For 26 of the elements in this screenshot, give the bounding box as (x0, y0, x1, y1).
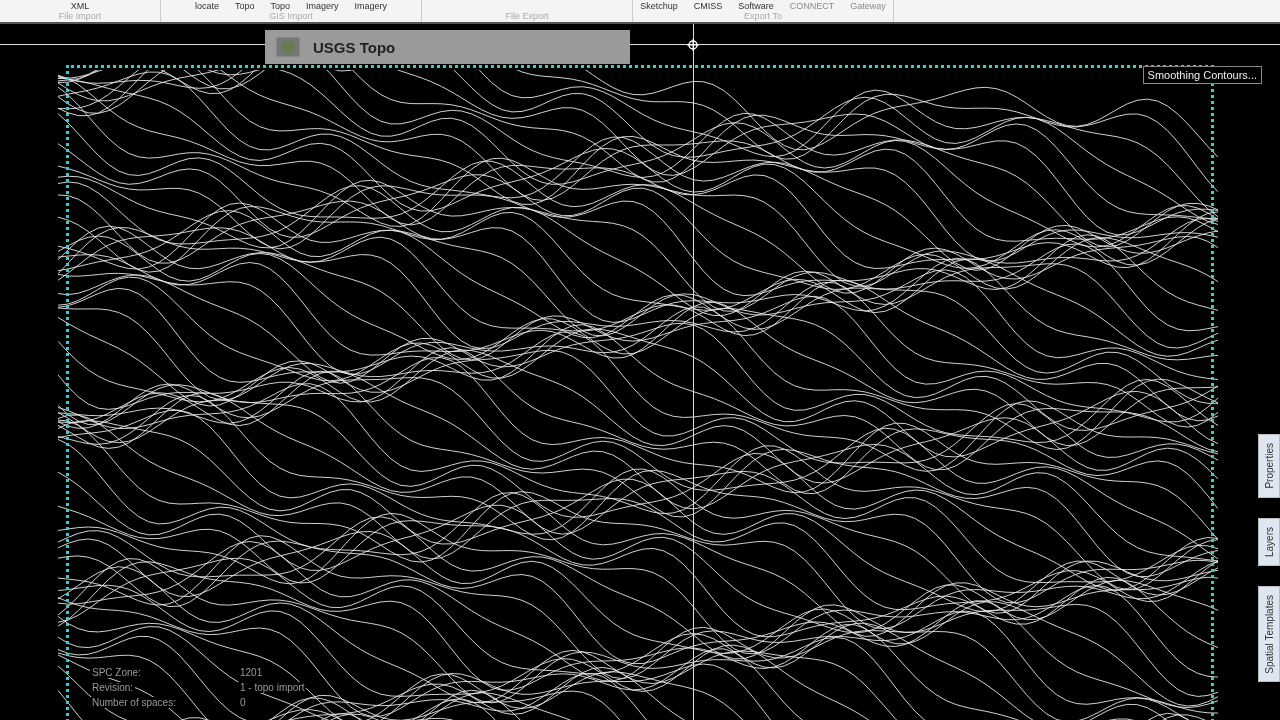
tooltip: Smoothing Contours... (1142, 66, 1262, 84)
globe-icon (275, 36, 301, 58)
ribbon-button[interactable]: Topo (270, 0, 291, 11)
side-tab[interactable]: Spatial Templates (1258, 585, 1280, 683)
info-label: SPC Zone: (90, 667, 143, 678)
ribbon-button[interactable]: CMISS (693, 0, 723, 11)
ribbon-button[interactable]: Topo (234, 0, 255, 11)
panel-title: USGS Topo (313, 38, 396, 56)
ribbon-button[interactable]: XML (70, 0, 90, 11)
crosshair-icon (687, 39, 699, 51)
info-label: Revision: (90, 682, 136, 693)
side-tab[interactable]: Layers (1258, 517, 1280, 566)
ribbon-button[interactable]: Software (738, 0, 774, 11)
group-label: File Import (58, 11, 102, 21)
info-label: Number of spaces: (90, 697, 178, 708)
group-label: GIS Import (269, 11, 313, 21)
side-tab[interactable]: Properties (1258, 434, 1280, 498)
ribbon-button[interactable]: Imagery (306, 0, 339, 11)
info-value: 1 - topo import (238, 682, 307, 693)
group-label: Export To (744, 11, 782, 21)
ribbon-button[interactable]: Sketchup (640, 0, 678, 11)
ribbon-button[interactable]: Imagery (354, 0, 388, 11)
info-value: 1201 (238, 667, 265, 678)
info-value: 0 (238, 697, 248, 708)
group-label: File Export (505, 11, 549, 21)
ribbon-button[interactable]: locate (194, 0, 219, 11)
